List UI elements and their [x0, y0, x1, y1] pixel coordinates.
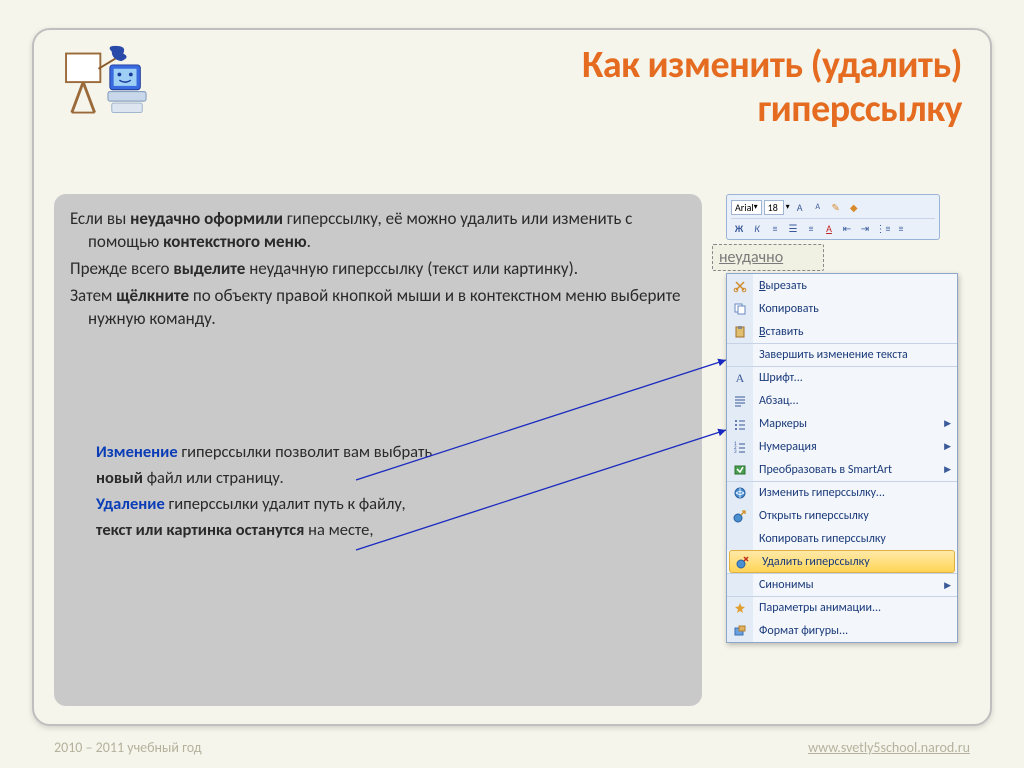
lower-text-block: Изменение гиперссылки позволит вам выбра… [70, 441, 686, 542]
align-center-icon[interactable]: ☰ [785, 221, 801, 236]
slide-frame: Как изменить (удалить) гиперссылку Если … [32, 28, 992, 726]
indent-inc-icon[interactable]: ⇥ [857, 221, 873, 236]
menu-format-shape[interactable]: Формат фигуры... [727, 619, 957, 642]
paragraph-1: Если вы неудачно оформили гиперссылку, е… [70, 208, 686, 254]
align-left-icon[interactable]: ≡ [767, 221, 783, 236]
footer-url[interactable]: www.svetly5school.narod.ru [808, 739, 970, 756]
format-painter-icon[interactable]: ✎ [828, 200, 844, 215]
font-size[interactable]: 18 [764, 200, 784, 215]
italic-icon[interactable]: К [749, 221, 765, 236]
grow-font-icon[interactable]: A [792, 200, 808, 215]
numbering-icon: 123 [733, 440, 747, 454]
paragraph-icon [733, 394, 747, 408]
word-delete: Удаление [96, 494, 165, 514]
font-color-icon[interactable]: A [821, 221, 837, 236]
copy-icon [733, 302, 747, 316]
menu-numbering[interactable]: 123 Нумерация ▶ [727, 435, 957, 458]
submenu-arrow-icon: ▶ [944, 464, 951, 475]
paragraph-2: Прежде всего выделите неудачную гиперссы… [70, 258, 686, 281]
paste-icon [733, 325, 747, 339]
menu-edit-hyperlink[interactable]: Изменить гиперссылку... [727, 481, 957, 504]
word-edit: Изменение [96, 442, 178, 462]
context-menu: Вырезать Копировать Вставить Завершить и… [726, 273, 958, 643]
text-panel: Если вы неудачно оформили гиперссылку, е… [54, 194, 702, 706]
submenu-arrow-icon: ▶ [944, 441, 951, 452]
menu-copy[interactable]: Копировать [727, 297, 957, 320]
mini-toolbar: Arial ▾ 18 ▾ A A ✎ ◆ Ж К ≡ ☰ ≡ A ⇤ ⇥ [726, 194, 940, 240]
menu-paragraph[interactable]: Абзац... [727, 389, 957, 412]
footer-year: 2010 – 2011 учебный год [54, 739, 202, 756]
shape-fill-icon[interactable]: ◆ [846, 200, 862, 215]
menu-end-edit[interactable]: Завершить изменение текста [727, 343, 957, 366]
numbering-icon[interactable]: ≡ [893, 221, 909, 236]
slide-title: Как изменить (удалить) гиперссылку [54, 44, 970, 131]
screenshot-panel: Arial ▾ 18 ▾ A A ✎ ◆ Ж К ≡ ☰ ≡ A ⇤ ⇥ [712, 194, 970, 706]
hyperlink-icon [733, 486, 747, 500]
paragraph-3: Затем щёлкните по объекту правой кнопкой… [70, 285, 686, 331]
title-line-1: Как изменить (удалить) [582, 42, 962, 88]
menu-remove-hyperlink[interactable]: Удалить гиперссылку [729, 550, 955, 573]
selected-text-box: неудачно [712, 244, 824, 271]
scissors-icon [733, 279, 747, 293]
clipart-teacher-computer [64, 44, 150, 124]
submenu-arrow-icon: ▶ [944, 418, 951, 429]
open-link-icon [733, 509, 747, 523]
menu-copy-hyperlink[interactable]: Копировать гиперссылку [727, 527, 957, 550]
menu-open-hyperlink[interactable]: Открыть гиперссылку [727, 504, 957, 527]
menu-animation[interactable]: Параметры анимации... [727, 596, 957, 619]
menu-font[interactable]: A Шрифт... [727, 366, 957, 389]
menu-synonyms[interactable]: Синонимы ▶ [727, 573, 957, 596]
selected-hyperlink-text[interactable]: неудачно [719, 248, 783, 267]
font-icon: A [736, 371, 745, 386]
animation-icon [733, 601, 747, 615]
indent-dec-icon[interactable]: ⇤ [839, 221, 855, 236]
bullets-icon[interactable]: ⋮≡ [875, 221, 891, 236]
submenu-arrow-icon: ▶ [944, 580, 951, 591]
bullets-icon [733, 417, 747, 431]
menu-bullets[interactable]: Маркеры ▶ [727, 412, 957, 435]
menu-smartart[interactable]: Преобразовать в SmartArt ▶ [727, 458, 957, 481]
svg-text:3: 3 [734, 449, 737, 454]
content-row: Если вы неудачно оформили гиперссылку, е… [54, 194, 970, 706]
header-area: Как изменить (удалить) гиперссылку [54, 44, 970, 131]
menu-paste[interactable]: Вставить [727, 320, 957, 343]
bold-icon[interactable]: Ж [731, 221, 747, 236]
smartart-icon [733, 463, 747, 477]
format-shape-icon [733, 624, 747, 638]
menu-cut[interactable]: Вырезать [727, 274, 957, 297]
remove-link-icon [736, 555, 750, 569]
align-right-icon[interactable]: ≡ [803, 221, 819, 236]
shrink-font-icon[interactable]: A [810, 200, 826, 215]
title-line-2: гиперссылку [758, 86, 962, 132]
font-selector[interactable]: Arial ▾ [731, 200, 762, 215]
